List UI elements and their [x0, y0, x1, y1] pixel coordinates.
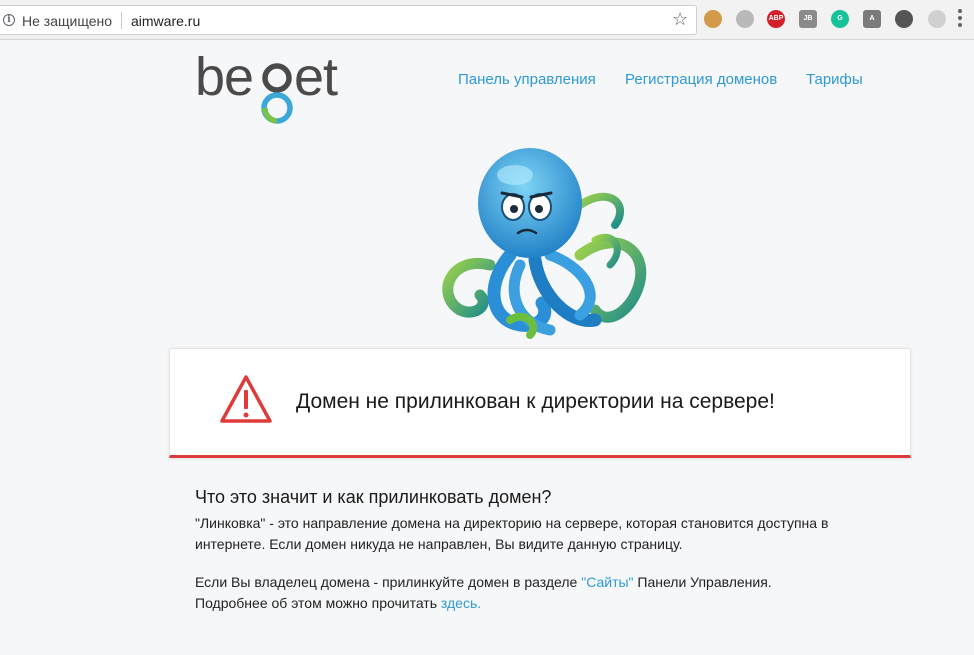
nav-domain-registration-link[interactable]: Регистрация доменов: [625, 71, 777, 88]
jb-icon[interactable]: JB: [799, 10, 817, 28]
bookmark-star-icon[interactable]: ☆: [672, 9, 688, 30]
warning-triangle-icon: [220, 375, 272, 423]
globe-icon[interactable]: [736, 10, 754, 28]
alert-message: Домен не прилинкован к директории на сер…: [296, 390, 775, 413]
sync-icon[interactable]: [895, 10, 913, 28]
security-status[interactable]: Не защищено: [22, 13, 112, 29]
read-more-link[interactable]: здесь.: [441, 595, 481, 611]
info-paragraph-2-text: Если Вы владелец домена - прилинкуйте до…: [195, 574, 582, 590]
nav-tariffs-link[interactable]: Тарифы: [806, 71, 863, 88]
info-section: Что это значит и как прилинковать домен?…: [195, 487, 895, 614]
address-bar[interactable]: i Не защищено aimware.ru ☆: [0, 5, 697, 35]
browser-menu-icon[interactable]: [958, 9, 962, 30]
info-paragraph-3-text: Подробнее об этом можно прочитать: [195, 595, 441, 611]
cookie-icon[interactable]: [704, 10, 722, 28]
nav-control-panel-link[interactable]: Панель управления: [458, 71, 596, 88]
grammarly-icon[interactable]: G: [831, 10, 849, 28]
info-paragraph-2: Если Вы владелец домена - прилинкуйте до…: [195, 572, 895, 614]
url-text[interactable]: aimware.ru: [131, 13, 200, 29]
beget-logo[interactable]: be et: [195, 52, 355, 132]
sites-section-link[interactable]: "Сайты": [581, 574, 633, 590]
octopus-mascot-illustration: [442, 148, 647, 339]
svg-text:be: be: [195, 52, 253, 107]
adblock-plus-icon[interactable]: ABP: [767, 10, 785, 28]
gear-extension-icon[interactable]: [928, 10, 946, 28]
angular-icon[interactable]: A: [863, 10, 881, 28]
svg-text:et: et: [294, 52, 338, 107]
info-paragraph-2-tail: Панели Управления.: [633, 574, 772, 590]
address-divider: [121, 12, 122, 29]
info-icon[interactable]: i: [3, 14, 15, 26]
domain-alert-card: Домен не прилинкован к директории на сер…: [169, 348, 911, 458]
info-paragraph-1: "Линковка" - это направление домена на д…: [195, 515, 829, 552]
browser-toolbar: i Не защищено aimware.ru ☆ ABP JB G A: [0, 0, 974, 40]
info-title: Что это значит и как прилинковать домен?: [195, 487, 552, 507]
